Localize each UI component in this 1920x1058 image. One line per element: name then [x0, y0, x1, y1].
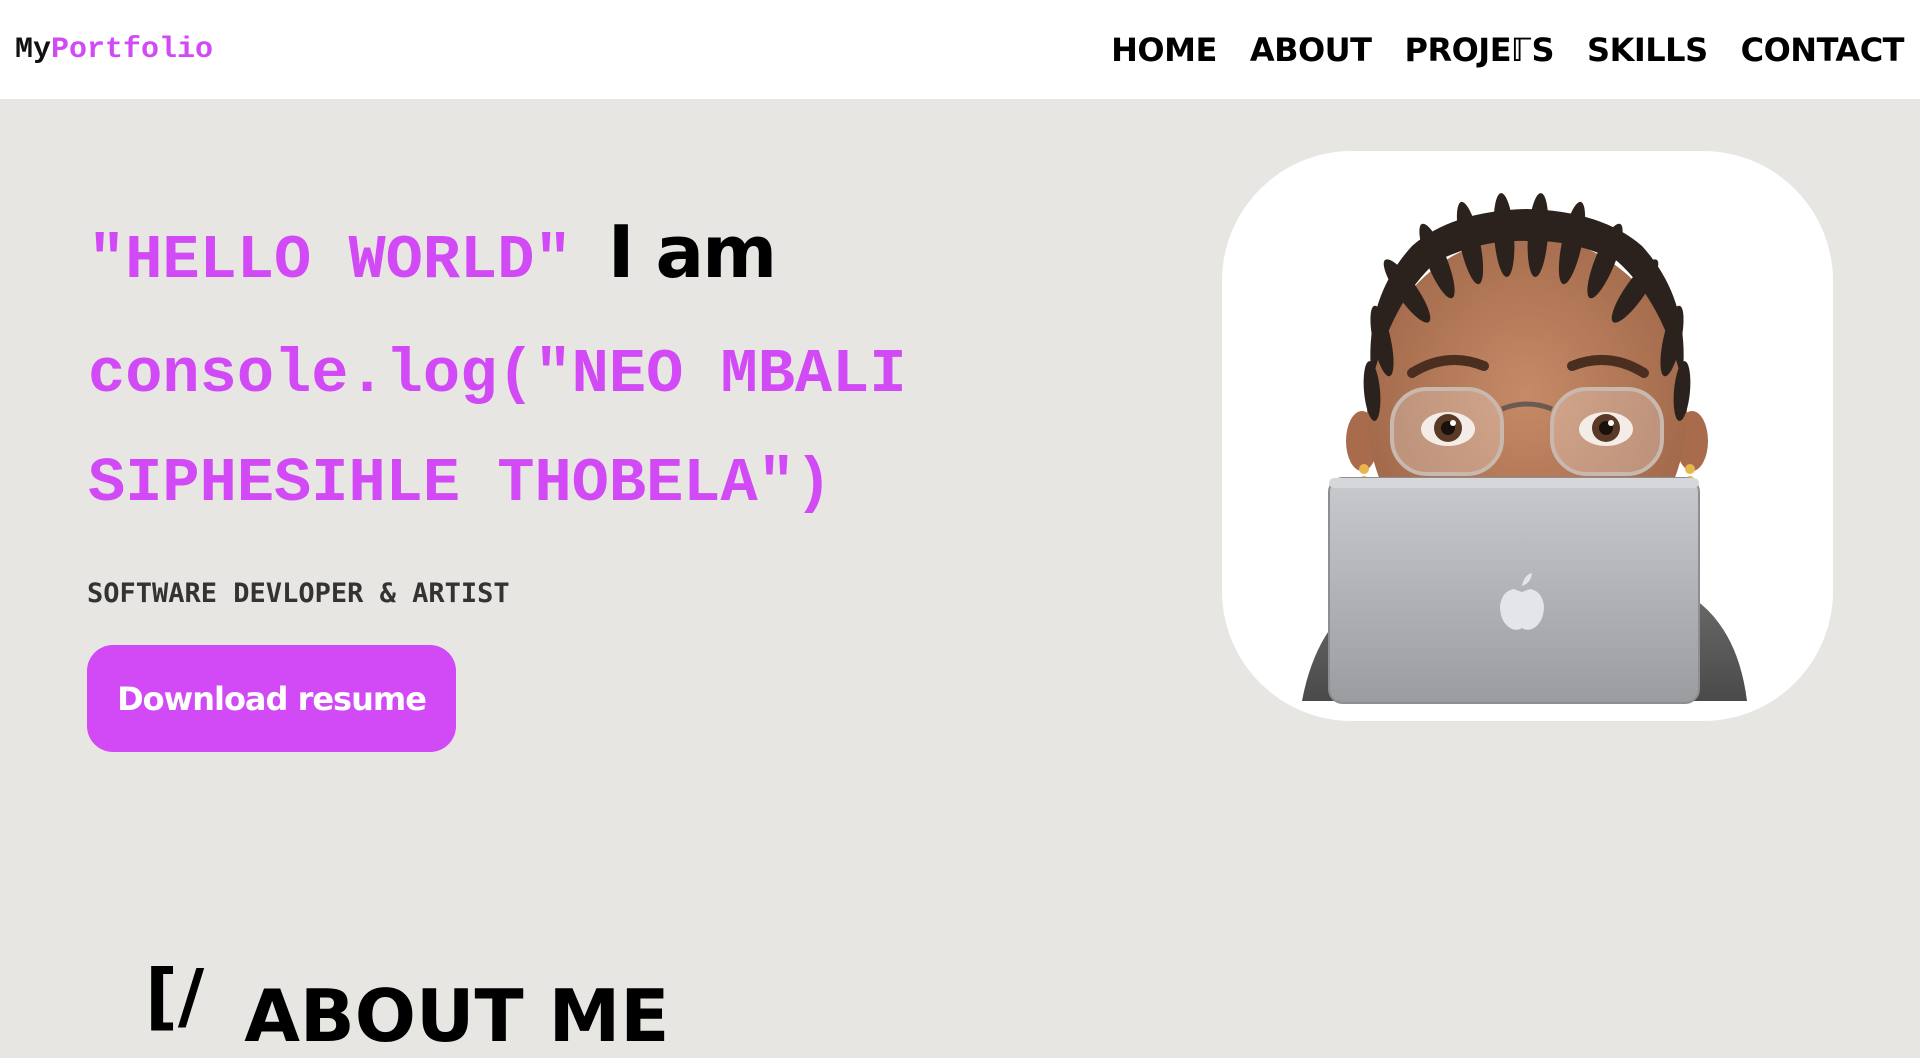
nav-link-home[interactable]: HOME — [1111, 31, 1217, 69]
i-am-text: I am — [607, 210, 777, 294]
logo-my: My — [15, 32, 52, 67]
nav-link-skills[interactable]: SKILLS — [1587, 31, 1708, 69]
memoji-avatar-image — [1302, 193, 1747, 704]
nav-link-contact[interactable]: CONTACT — [1741, 31, 1905, 69]
nav-link-projects[interactable]: PROJEℾS — [1404, 31, 1554, 69]
nav-links: HOME ABOUT PROJEℾS SKILLS CONTACT — [1078, 31, 1904, 69]
about-heading: [/ ABOUT ME — [145, 960, 670, 1052]
hello-world-text: "HELLO WORLD" — [88, 225, 572, 296]
avatar-card — [1222, 151, 1833, 721]
navbar: MyPortfolio HOME ABOUT PROJEℾS SKILLS CO… — [0, 0, 1920, 99]
hero-subtitle: SOFTWARE DEVLOPER & ARTIST — [87, 578, 510, 609]
logo-portfolio: Portfolio — [51, 32, 214, 67]
name-code-line-2: SIPHESIHLE THOBELA") — [88, 448, 833, 519]
hero-intro: "HELLO WORLD" I am console.log("NEO MBAL… — [88, 210, 1088, 538]
about-bracket: [/ — [145, 954, 205, 1038]
hello-line: "HELLO WORLD" I am — [88, 210, 1088, 320]
nav-link-about[interactable]: ABOUT — [1250, 31, 1372, 69]
site-logo[interactable]: MyPortfolio — [15, 33, 213, 67]
name-code-line-1: console.log("NEO MBALI — [88, 339, 907, 410]
download-resume-button[interactable]: Download resume — [87, 645, 456, 752]
